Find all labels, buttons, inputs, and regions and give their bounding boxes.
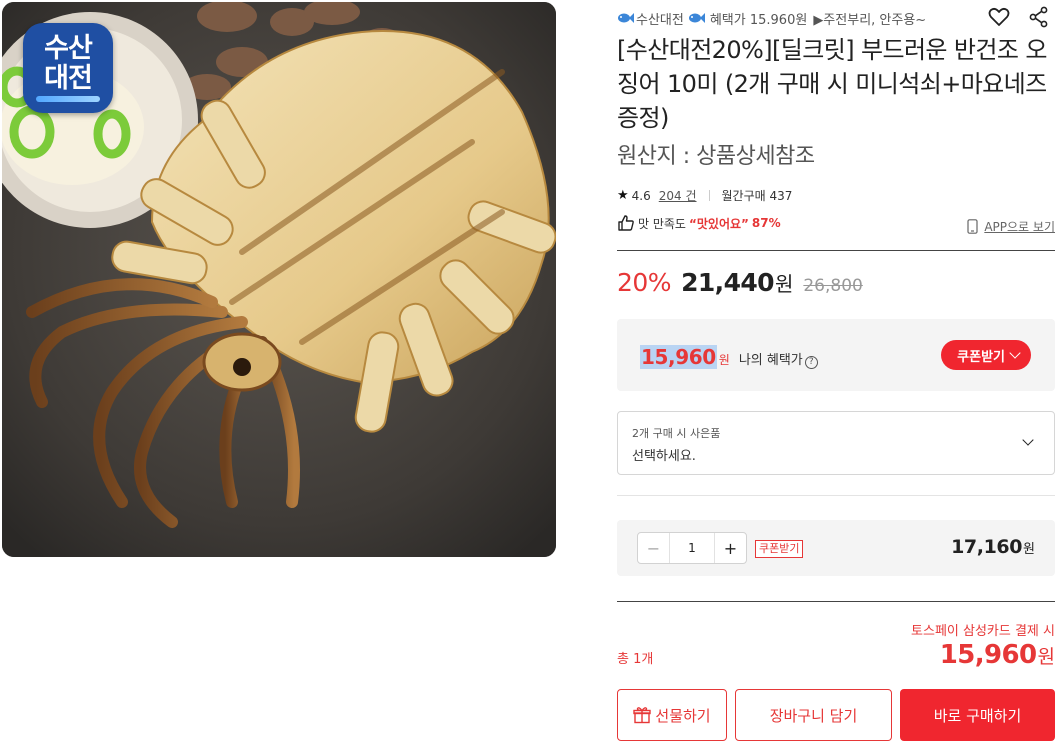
promo-benefit: 혜택가 15.960원 xyxy=(709,12,808,28)
line-total: 17,160 원 xyxy=(951,536,1035,558)
wishlist-button[interactable] xyxy=(987,5,1011,29)
product-origin: 원산지 : 상품상세참조 xyxy=(617,144,815,169)
divider xyxy=(617,250,1055,251)
toss-pay-note: 토스페이 삼성카드 결제 시 xyxy=(911,624,1055,639)
line-total-value: 17,160 xyxy=(951,536,1023,558)
taste-tag: “맛있어요” xyxy=(688,216,749,231)
benefit-price-value: 15,960 xyxy=(640,345,717,369)
rating-line: ★ 4.6 204 건 월간구매 437 xyxy=(617,187,792,204)
gift-option-select[interactable]: 2개 구매 시 사은품 선택하세요. xyxy=(617,411,1055,475)
coupon-tag-button[interactable]: 쿠폰받기 xyxy=(755,540,804,558)
rating-score: 4.6 xyxy=(631,188,651,203)
thumbs-up-icon xyxy=(618,215,634,231)
taste-satisfaction: 맛 만족도 “맛있어요” 87% xyxy=(617,214,781,232)
price-line: 20% 21,440 원 26,800 xyxy=(617,268,863,297)
cart-button-label: 장바구니 담기 xyxy=(769,706,858,725)
taste-percent: 87% xyxy=(751,216,781,230)
divider xyxy=(617,495,1055,496)
review-count-link[interactable]: 204 건 xyxy=(659,187,697,204)
help-icon[interactable]: ? xyxy=(804,356,818,369)
product-title: [수산대전20%][딜크릿] 부드러운 반건조 오징어 10미 (2개 구매 시… xyxy=(617,36,1047,132)
promo-tag[interactable]: ▶주전부리, 안주용~ xyxy=(813,9,926,28)
total-price-unit: 원 xyxy=(1037,646,1055,668)
discount-rate: 20% xyxy=(617,268,672,297)
purchase-actions: 선물하기 장바구니 담기 바로 구매하기 xyxy=(617,689,1055,741)
mobile-phone-icon xyxy=(967,219,978,234)
star-icon: ★ xyxy=(617,188,629,203)
buy-button-label: 바로 구매하기 xyxy=(933,706,1022,725)
app-view-link[interactable]: APP으로 보기 xyxy=(967,218,1055,235)
gift-button-label: 선물하기 xyxy=(655,706,711,725)
benefit-price: 15,960 원 나의 혜택가 ? xyxy=(640,345,818,369)
fish-icon xyxy=(688,13,705,23)
total-price: 15,960 원 xyxy=(940,640,1055,670)
coupon-button-label: 쿠폰받기 xyxy=(957,348,1005,364)
line-total-unit: 원 xyxy=(1023,542,1035,557)
gift-button[interactable]: 선물하기 xyxy=(617,689,727,741)
increase-button[interactable]: + xyxy=(715,533,746,563)
divider xyxy=(708,190,710,201)
wave-icon xyxy=(36,96,100,102)
sale-price: 21,440 xyxy=(681,268,774,297)
product-image[interactable]: 수산 대전 xyxy=(2,2,556,557)
original-price: 26,800 xyxy=(803,276,863,296)
buy-now-button[interactable]: 바로 구매하기 xyxy=(900,689,1055,741)
gift-option-value: 선택하세요. xyxy=(632,449,696,464)
benefit-price-label: 나의 혜택가 xyxy=(738,353,803,368)
total-count: 총 1개 xyxy=(617,652,654,667)
decrease-button[interactable]: − xyxy=(638,533,669,563)
product-info-panel: 수산대전 혜택가 15.960원 ▶주전부리, 안주용~ [수산대전20%][딜… xyxy=(617,0,1055,748)
price-unit: 원 xyxy=(774,272,794,296)
divider xyxy=(617,601,1055,602)
quantity-box: − 1 + 쿠폰받기 17,160 원 xyxy=(617,520,1055,576)
benefit-price-unit: 원 xyxy=(718,353,730,367)
benefit-price-box: 15,960 원 나의 혜택가 ? 쿠폰받기 xyxy=(617,319,1055,391)
gift-option-label: 2개 구매 시 사은품 xyxy=(632,427,721,440)
chevron-down-icon xyxy=(1009,347,1021,359)
brand-badge: 수산 대전 xyxy=(23,23,113,113)
promo-brand[interactable]: 수산대전 xyxy=(636,9,684,28)
share-icon xyxy=(1029,6,1048,28)
chevron-down-icon xyxy=(1022,434,1034,446)
quantity-stepper: − 1 + xyxy=(637,532,747,564)
top-actions xyxy=(987,5,1051,29)
taste-label: 맛 만족도 xyxy=(638,216,686,231)
gift-icon xyxy=(633,707,652,724)
coupon-download-button[interactable]: 쿠폰받기 xyxy=(941,340,1031,370)
brand-badge-line1: 수산 xyxy=(44,33,93,64)
total-price-value: 15,960 xyxy=(939,640,1037,670)
app-view-label: APP으로 보기 xyxy=(984,220,1055,234)
quantity-input[interactable]: 1 xyxy=(669,533,715,563)
fish-icon xyxy=(618,13,634,23)
add-to-cart-button[interactable]: 장바구니 담기 xyxy=(735,689,892,741)
heart-icon xyxy=(988,7,1010,26)
brand-badge-line2: 대전 xyxy=(44,63,93,94)
share-button[interactable] xyxy=(1027,5,1051,29)
monthly-purchases: 월간구매 437 xyxy=(721,189,793,203)
